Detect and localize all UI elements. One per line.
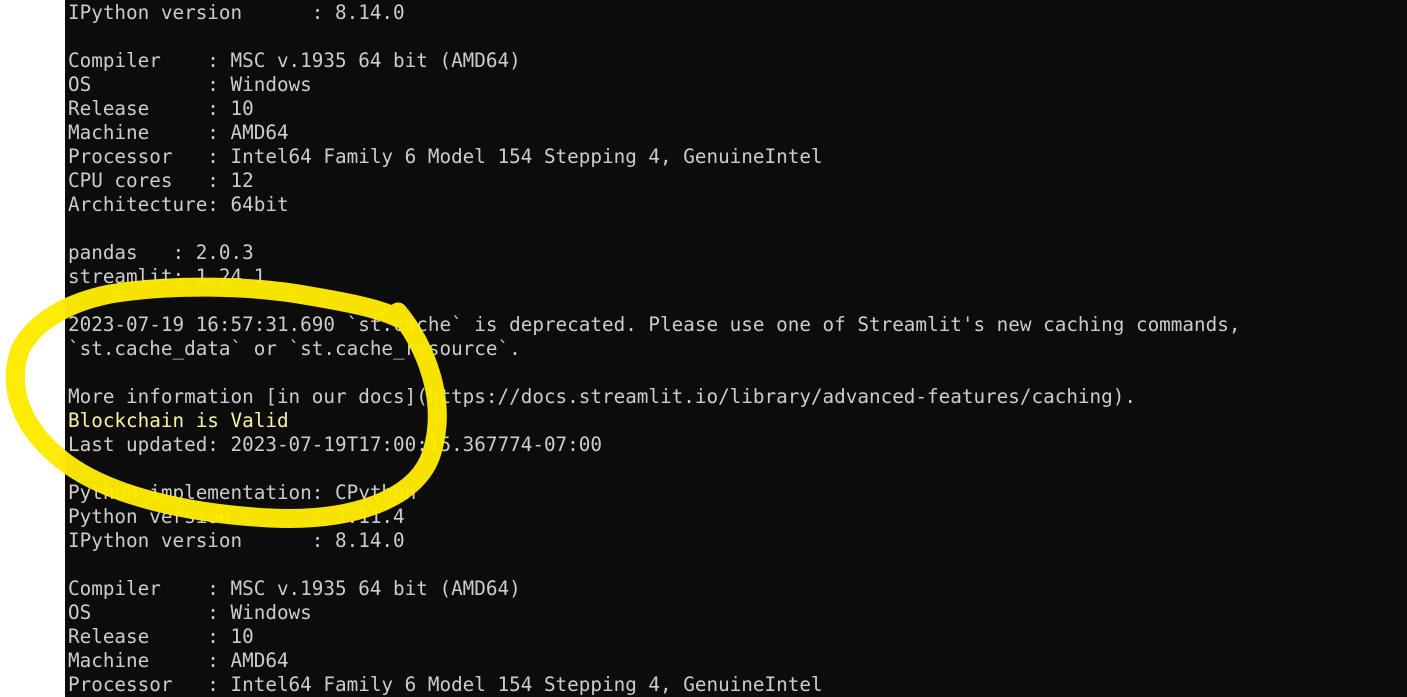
terminal-line: Compiler : MSC v.1935 64 bit (AMD64) [68, 49, 521, 72]
terminal-line: Processor : Intel64 Family 6 Model 154 S… [68, 673, 823, 696]
terminal-line: More information [in our docs](https://d… [68, 385, 1136, 408]
terminal-line-highlighted: Blockchain is Valid [68, 409, 289, 432]
terminal-line: Release : 10 [68, 97, 254, 120]
terminal-line: Release : 10 [68, 625, 254, 648]
terminal-window[interactable]: IPython version : 8.14.0 Compiler : MSC v… [65, 0, 1407, 697]
terminal-line: OS : Windows [68, 601, 312, 624]
terminal-line: IPython version : 8.14.0 [68, 1, 405, 24]
terminal-line: 2023-07-19 16:57:31.690 `st.cache` is de… [68, 313, 1241, 336]
terminal-output: IPython version : 8.14.0 Compiler : MSC v… [68, 1, 1240, 697]
terminal-line: IPython version : 8.14.0 [68, 529, 405, 552]
terminal-line: Compiler : MSC v.1935 64 bit (AMD64) [68, 577, 521, 600]
terminal-line: Machine : AMD64 [68, 121, 289, 144]
terminal-line: Python implementation: CPython [68, 481, 417, 504]
terminal-line: Python version : 3.11.4 [68, 505, 405, 528]
terminal-line: Last updated: 2023-07-19T17:00:15.367774… [68, 433, 602, 456]
terminal-line: OS : Windows [68, 73, 312, 96]
terminal-line: Processor : Intel64 Family 6 Model 154 S… [68, 145, 823, 168]
screenshot-canvas: IPython version : 8.14.0 Compiler : MSC v… [0, 0, 1407, 697]
terminal-line: pandas : 2.0.3 [68, 241, 254, 264]
terminal-line: Machine : AMD64 [68, 649, 289, 672]
terminal-line: Architecture: 64bit [68, 193, 289, 216]
terminal-line: `st.cache_data` or `st.cache_resource`. [68, 337, 521, 360]
terminal-line: CPU cores : 12 [68, 169, 254, 192]
terminal-line: streamlit: 1.24.1 [68, 265, 266, 288]
